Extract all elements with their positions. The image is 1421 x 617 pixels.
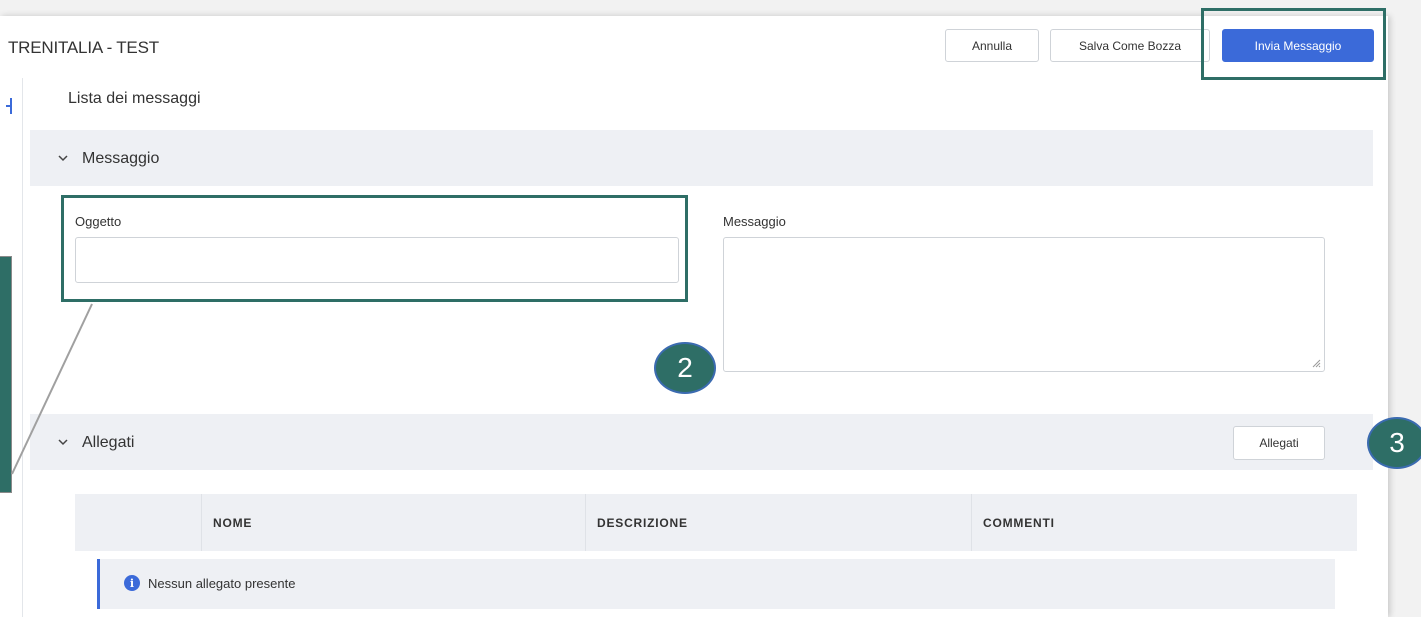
chevron-down-icon[interactable] — [57, 436, 69, 448]
column-divider — [585, 494, 586, 551]
callout-side-panel — [0, 256, 12, 493]
callout-number-2: 2 — [654, 342, 716, 394]
breadcrumb[interactable]: Lista dei messaggi — [68, 90, 201, 108]
section-title-allegati: Allegati — [82, 434, 135, 451]
messaggio-label: Messaggio — [723, 214, 786, 229]
empty-attachments-notice: i Nessun allegato presente — [97, 559, 1335, 609]
messaggio-textarea[interactable] — [723, 237, 1325, 372]
app-title: TRENITALIA - TEST — [8, 38, 159, 57]
oggetto-label: Oggetto — [75, 214, 122, 229]
save-draft-button[interactable]: Salva Come Bozza — [1050, 29, 1210, 62]
app-window: TRENITALIA - TEST Annulla Salva Come Boz… — [0, 8, 1388, 617]
resize-grip-icon[interactable] — [1312, 359, 1321, 368]
sidebar-toggle-icon[interactable] — [0, 92, 22, 120]
column-header-descrizione[interactable]: DESCRIZIONE — [597, 516, 688, 530]
send-message-button[interactable]: Invia Messaggio — [1222, 29, 1374, 62]
callout-number-3: 3 — [1367, 417, 1421, 469]
section-header-messaggio[interactable] — [30, 130, 1373, 186]
column-divider — [971, 494, 972, 551]
attachments-table-header: NOME DESCRIZIONE COMMENTI — [75, 494, 1357, 551]
header: TRENITALIA - TEST Annulla Salva Come Boz… — [0, 8, 1388, 80]
oggetto-input[interactable] — [75, 237, 679, 283]
column-header-nome[interactable]: NOME — [213, 516, 252, 530]
chevron-down-icon[interactable] — [57, 152, 69, 164]
add-attachment-button[interactable]: Allegati — [1233, 426, 1325, 460]
empty-attachments-text: Nessun allegato presente — [148, 576, 296, 591]
sidebar-divider — [22, 78, 23, 617]
section-header-allegati[interactable] — [30, 414, 1373, 470]
info-icon: i — [124, 575, 140, 591]
annulla-button[interactable]: Annulla — [945, 29, 1039, 62]
column-header-commenti[interactable]: COMMENTI — [983, 516, 1055, 530]
section-title-messaggio: Messaggio — [82, 150, 160, 167]
column-divider — [201, 494, 202, 551]
